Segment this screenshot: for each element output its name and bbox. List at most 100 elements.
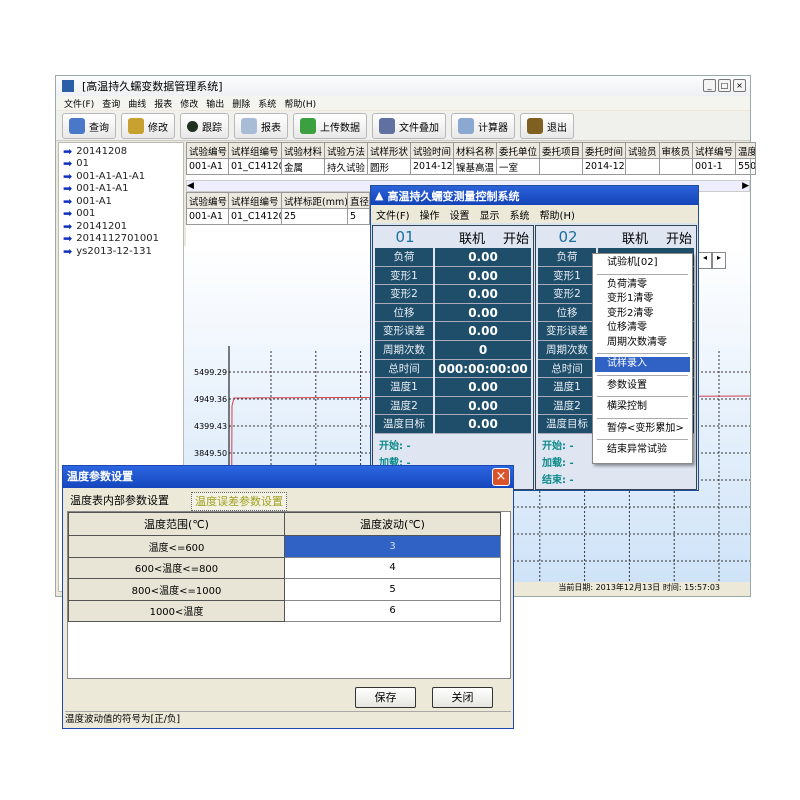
tree-item[interactable]: ➡ 20141208: [63, 145, 179, 158]
column-header[interactable]: 试验编号: [186, 192, 229, 209]
menu-item[interactable]: 帮助(H): [540, 207, 575, 222]
column-header[interactable]: 温度: [735, 142, 757, 159]
column-header[interactable]: 试样组编号: [228, 192, 282, 209]
context-menu-item[interactable]: 结束异常试验: [595, 443, 690, 458]
menu-item[interactable]: 帮助(H): [284, 97, 316, 110]
save-button[interactable]: 保存: [355, 687, 416, 708]
column-header[interactable]: 试验方法: [324, 142, 368, 159]
menu-item[interactable]: 操作: [420, 207, 440, 222]
tree-item[interactable]: ➡ 001-A1: [63, 195, 179, 208]
column-header[interactable]: 委托单位: [496, 142, 540, 159]
context-menu-item[interactable]: 暂停<变形累加>: [595, 422, 690, 437]
maximize-button[interactable]: □: [718, 79, 731, 92]
cell: 001-1: [692, 158, 737, 175]
tree-item[interactable]: ➡ 01: [63, 157, 179, 170]
column-header[interactable]: 试验时间: [410, 142, 454, 159]
start-button[interactable]: 开始: [666, 228, 692, 247]
menu-item[interactable]: 报表: [154, 97, 172, 110]
tree-label: 2014112701001: [76, 233, 159, 245]
menu-item[interactable]: 查询: [102, 97, 120, 110]
menu-item[interactable]: 显示: [480, 207, 500, 222]
toolbar-button[interactable]: 修改: [121, 113, 175, 139]
menu-item[interactable]: 修改: [180, 97, 198, 110]
tree-item[interactable]: ➡ 001-A1-A1-A1: [63, 170, 179, 183]
context-menu-item[interactable]: 负荷清零: [595, 278, 690, 293]
tree-item[interactable]: ➡ 20141201: [63, 220, 179, 233]
exit-door-icon: [527, 118, 543, 134]
context-menu-item[interactable]: 位移清零: [595, 321, 690, 336]
reading-label: 变形1: [375, 266, 433, 286]
toolbar-label: 报表: [261, 122, 281, 134]
column-header[interactable]: 材料名称: [453, 142, 497, 159]
menu-item[interactable]: 系统: [258, 97, 276, 110]
column-header[interactable]: 试验材料: [281, 142, 325, 159]
toolbar-button[interactable]: 文件叠加: [372, 113, 446, 139]
column-header[interactable]: 试样标距(mm): [281, 192, 348, 209]
menu-item[interactable]: 系统: [510, 207, 530, 222]
tree-item[interactable]: ➡ 001-A1-A1: [63, 182, 179, 195]
column-header[interactable]: 委托项目: [539, 142, 583, 159]
toolbar-button[interactable]: 计算器: [451, 113, 515, 139]
table-row[interactable]: 800<温度<=1000 5: [68, 578, 501, 601]
column-header[interactable]: 试验员: [625, 142, 660, 159]
cell: 一室: [496, 158, 540, 175]
fluctuation-cell[interactable]: 4: [284, 556, 501, 579]
menu-item[interactable]: 文件(F): [64, 97, 94, 110]
menu-item[interactable]: 设置: [450, 207, 470, 222]
tree-item[interactable]: ➡ 2014112701001: [63, 232, 179, 245]
online-button[interactable]: 联机: [622, 228, 648, 247]
context-menu-item[interactable]: 变形2清零: [595, 307, 690, 322]
column-header[interactable]: 审核员: [658, 142, 694, 159]
toolbar-button[interactable]: 报表: [234, 113, 288, 139]
close-icon[interactable]: ×: [492, 468, 510, 486]
context-menu-item[interactable]: 周期次数清零: [595, 336, 690, 351]
menu-item[interactable]: 删除: [232, 97, 250, 110]
close-button[interactable]: ×: [733, 79, 746, 92]
table-row[interactable]: 1000<温度 6: [68, 599, 501, 622]
table-row[interactable]: 600<温度<=800 4: [68, 556, 501, 579]
context-menu-item[interactable]: 试样录入: [595, 357, 690, 372]
close-button[interactable]: 关闭: [432, 687, 493, 708]
column-header[interactable]: 委托时间: [582, 142, 626, 159]
column-header[interactable]: 直径: [347, 192, 370, 209]
arrow-right-icon: ➡: [63, 169, 73, 183]
table-row[interactable]: 温度<=600 3: [68, 535, 501, 558]
reading-label: 变形误差: [538, 322, 596, 341]
context-menu-item[interactable]: 试验机[02]: [595, 256, 690, 271]
context-menu-item[interactable]: 横梁控制: [595, 400, 690, 415]
control-title: 高温持久蠕变测量控制系统: [387, 189, 520, 203]
minimize-button[interactable]: _: [703, 79, 716, 92]
tab-error-params[interactable]: 温度误差参数设置: [191, 492, 287, 511]
page-prev-button[interactable]: ◂: [698, 252, 712, 269]
tree-label: 001-A1: [76, 195, 112, 207]
tree-item[interactable]: ➡ ys2013-12-131: [63, 245, 179, 258]
toolbar-button[interactable]: 查询: [62, 113, 116, 139]
start-button[interactable]: 开始: [503, 228, 529, 247]
column-header[interactable]: 试样编号: [692, 142, 737, 159]
toolbar-button[interactable]: 退出: [520, 113, 574, 139]
context-menu-item[interactable]: 变形1清零: [595, 292, 690, 307]
reading-value: 0.00: [435, 266, 531, 286]
column-header[interactable]: 试样组编号: [228, 142, 282, 159]
column-header[interactable]: 试验编号: [186, 142, 229, 159]
toolbar-button[interactable]: 跟踪: [180, 113, 229, 139]
page-next-button[interactable]: ▸: [712, 252, 726, 269]
online-button[interactable]: 联机: [459, 228, 485, 247]
tree-item[interactable]: ➡ 001: [63, 207, 179, 220]
panel-header: 01 联机 开始: [373, 226, 533, 248]
column-header[interactable]: 试样形状: [367, 142, 411, 159]
cell: 金属: [281, 158, 325, 175]
table-row[interactable]: 001-A101_C141208255: [186, 208, 370, 225]
tab-internal-params[interactable]: 温度表内部参数设置: [67, 492, 172, 511]
fluctuation-cell[interactable]: 6: [284, 599, 501, 622]
scroll-right-icon[interactable]: ▶: [742, 181, 749, 191]
menu-item[interactable]: 曲线: [128, 97, 146, 110]
fluctuation-cell[interactable]: 3: [284, 535, 501, 558]
scroll-left-icon[interactable]: ◀: [187, 181, 194, 191]
table-row[interactable]: 001-A101_C141208金属持久试验圆形2014-12-镍基高温一室20…: [186, 158, 757, 175]
context-menu-item[interactable]: 参数设置: [595, 379, 690, 394]
menu-item[interactable]: 文件(F): [376, 207, 410, 222]
fluctuation-cell[interactable]: 5: [284, 578, 501, 601]
menu-item[interactable]: 输出: [206, 97, 224, 110]
toolbar-button[interactable]: 上传数据: [293, 113, 367, 139]
